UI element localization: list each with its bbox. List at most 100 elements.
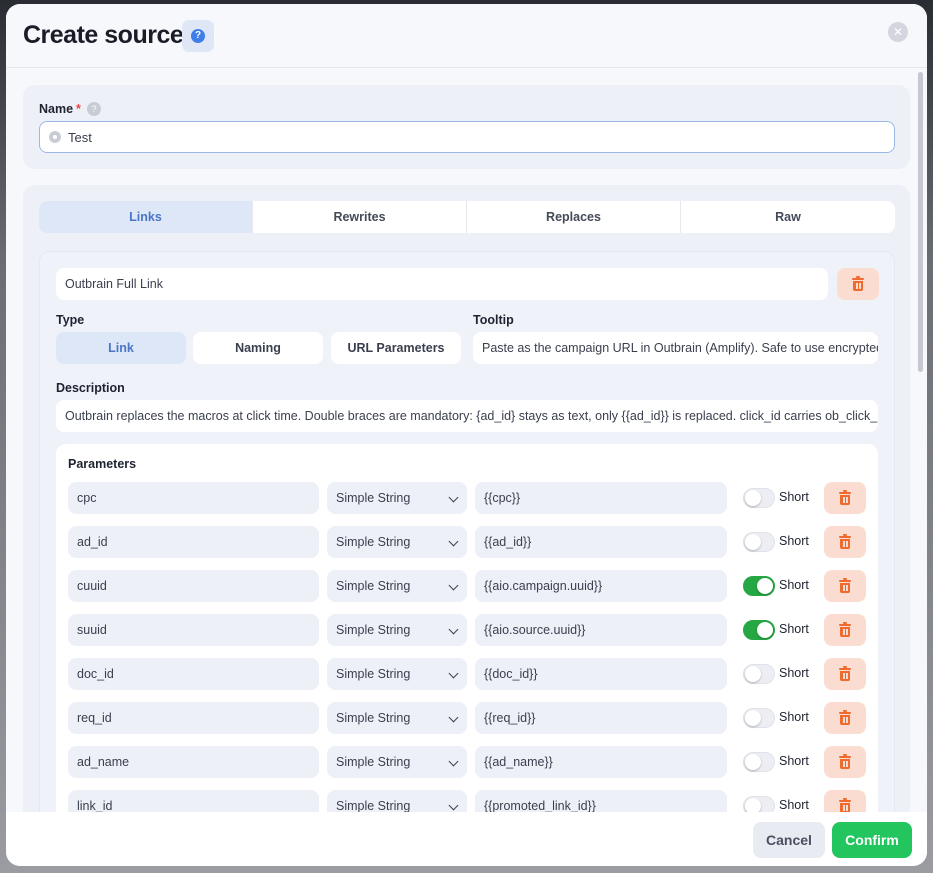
parameter-name-input[interactable]: ad_id xyxy=(68,526,319,558)
parameter-name-input[interactable]: cuuid xyxy=(68,570,319,602)
name-input[interactable]: Test xyxy=(39,121,895,153)
description-input[interactable]: Outbrain replaces the macros at click ti… xyxy=(56,400,878,432)
parameter-type-value: Simple String xyxy=(336,491,411,505)
confirm-button[interactable]: Confirm xyxy=(832,822,912,858)
parameter-value-input[interactable]: {{aio.campaign.uuid}} xyxy=(475,570,727,602)
parameter-row: doc_id Simple String {{doc_id}} Short xyxy=(56,658,878,690)
parameter-type-value: Simple String xyxy=(336,667,411,681)
question-icon: ? xyxy=(191,29,205,43)
delete-parameter-button[interactable] xyxy=(824,702,866,734)
parameter-type-value: Simple String xyxy=(336,711,411,725)
parameter-type-select[interactable]: Simple String xyxy=(327,658,467,690)
trash-icon xyxy=(839,622,851,637)
parameter-name-input[interactable]: cpc xyxy=(68,482,319,514)
parameter-type-select[interactable]: Simple String xyxy=(327,702,467,734)
parameter-type-select[interactable]: Simple String xyxy=(327,570,467,602)
parameter-row: ad_id Simple String {{ad_id}} Short xyxy=(56,526,878,558)
close-icon[interactable]: ✕ xyxy=(888,22,908,42)
short-toggle[interactable] xyxy=(743,708,775,728)
parameter-type-value: Simple String xyxy=(336,799,411,813)
trash-icon xyxy=(839,534,851,549)
parameters-card: Parameters cpc Simple String {{cpc}} Short a… xyxy=(56,444,878,864)
tab-raw[interactable]: Raw xyxy=(681,201,895,233)
dialog-footer: Cancel Confirm xyxy=(6,812,927,866)
link-card: Outbrain Full Link Type Link Naming URL … xyxy=(39,251,895,866)
delete-parameter-button[interactable] xyxy=(824,570,866,602)
short-label: Short xyxy=(779,798,809,812)
parameter-name-input[interactable]: doc_id xyxy=(68,658,319,690)
tooltip-label: Tooltip xyxy=(473,313,514,327)
short-toggle[interactable] xyxy=(743,664,775,684)
parameter-name-input[interactable]: ad_name xyxy=(68,746,319,778)
gear-icon xyxy=(49,131,61,143)
tab-links[interactable]: Links xyxy=(39,201,253,233)
chevron-down-icon xyxy=(448,756,459,767)
short-toggle[interactable] xyxy=(743,532,775,552)
parameter-type-value: Simple String xyxy=(336,535,411,549)
chevron-down-icon xyxy=(448,712,459,723)
name-section: Name * ? Test xyxy=(23,85,910,169)
delete-link-button[interactable] xyxy=(837,268,879,300)
scrollbar[interactable] xyxy=(918,72,923,372)
short-label: Short xyxy=(779,490,809,504)
trash-icon xyxy=(839,798,851,813)
type-naming-button[interactable]: Naming xyxy=(193,332,323,364)
chevron-down-icon xyxy=(448,624,459,635)
delete-parameter-button[interactable] xyxy=(824,746,866,778)
tooltip-input[interactable]: Paste as the campaign URL in Outbrain (A… xyxy=(473,332,878,364)
parameter-name-input[interactable]: suuid xyxy=(68,614,319,646)
short-label: Short xyxy=(779,534,809,548)
delete-parameter-button[interactable] xyxy=(824,482,866,514)
description-label: Description xyxy=(56,381,125,395)
parameter-row: req_id Simple String {{req_id}} Short xyxy=(56,702,878,734)
link-name-input[interactable]: Outbrain Full Link xyxy=(56,268,828,300)
parameter-type-select[interactable]: Simple String xyxy=(327,614,467,646)
trash-icon xyxy=(839,490,851,505)
short-toggle[interactable] xyxy=(743,576,775,596)
chevron-down-icon xyxy=(448,800,459,811)
name-label: Name * xyxy=(39,102,81,116)
parameter-type-select[interactable]: Simple String xyxy=(327,526,467,558)
parameter-value-input[interactable]: {{req_id}} xyxy=(475,702,727,734)
type-link-button[interactable]: Link xyxy=(56,332,186,364)
delete-parameter-button[interactable] xyxy=(824,526,866,558)
tab-rewrites[interactable]: Rewrites xyxy=(253,201,467,233)
short-label: Short xyxy=(779,754,809,768)
parameter-value-input[interactable]: {{ad_id}} xyxy=(475,526,727,558)
short-label: Short xyxy=(779,710,809,724)
parameter-value-input[interactable]: {{cpc}} xyxy=(475,482,727,514)
name-help-icon[interactable]: ? xyxy=(87,102,101,116)
short-toggle[interactable] xyxy=(743,488,775,508)
tab-replaces[interactable]: Replaces xyxy=(467,201,681,233)
parameter-type-select[interactable]: Simple String xyxy=(327,746,467,778)
create-source-dialog: Create source ? ✕ Name * ? Test Links Rew… xyxy=(6,4,927,866)
type-label: Type xyxy=(56,313,85,327)
trash-icon xyxy=(839,578,851,593)
parameter-name-input[interactable]: req_id xyxy=(68,702,319,734)
chevron-down-icon xyxy=(448,668,459,679)
tab-bar: Links Rewrites Replaces Raw xyxy=(39,201,895,233)
parameter-row: suuid Simple String {{aio.source.uuid}} Sho… xyxy=(56,614,878,646)
short-toggle[interactable] xyxy=(743,752,775,772)
short-label: Short xyxy=(779,666,809,680)
parameter-row: ad_name Simple String {{ad_name}} Short xyxy=(56,746,878,778)
trash-icon xyxy=(839,754,851,769)
parameter-type-value: Simple String xyxy=(336,623,411,637)
help-button[interactable]: ? xyxy=(182,20,214,52)
parameter-type-value: Simple String xyxy=(336,579,411,593)
type-url-parameters-button[interactable]: URL Parameters xyxy=(331,332,461,364)
parameter-type-value: Simple String xyxy=(336,755,411,769)
parameter-value-input[interactable]: {{doc_id}} xyxy=(475,658,727,690)
parameter-value-input[interactable]: {{ad_name}} xyxy=(475,746,727,778)
short-toggle[interactable] xyxy=(743,620,775,640)
cancel-button[interactable]: Cancel xyxy=(753,822,825,858)
dialog-title: Create source xyxy=(23,21,184,49)
parameter-value-input[interactable]: {{aio.source.uuid}} xyxy=(475,614,727,646)
chevron-down-icon xyxy=(448,580,459,591)
trash-icon xyxy=(852,276,864,291)
trash-icon xyxy=(839,666,851,681)
delete-parameter-button[interactable] xyxy=(824,614,866,646)
parameter-type-select[interactable]: Simple String xyxy=(327,482,467,514)
chevron-down-icon xyxy=(448,492,459,503)
delete-parameter-button[interactable] xyxy=(824,658,866,690)
